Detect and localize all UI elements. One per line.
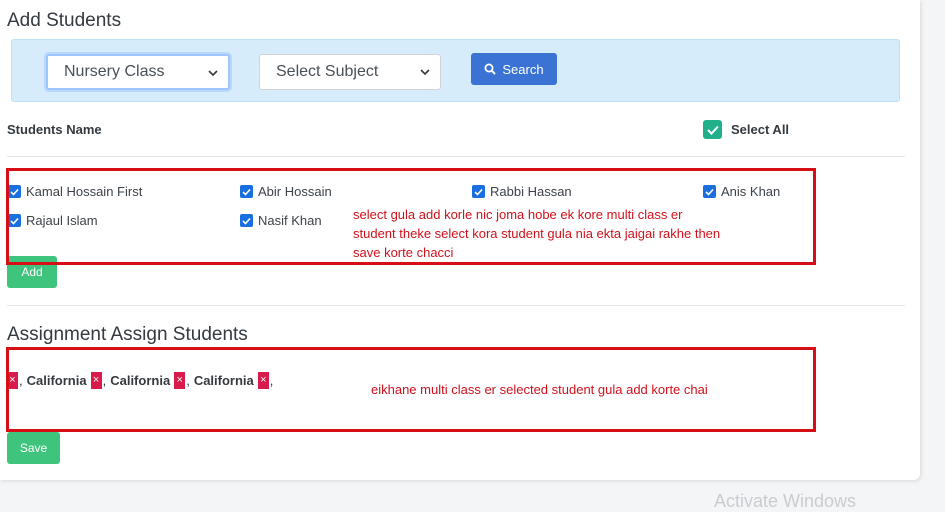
search-icon [484, 63, 497, 75]
search-button-label: Search [502, 61, 544, 77]
class-select[interactable]: Nursery Class [46, 54, 230, 90]
divider [7, 305, 905, 306]
subject-select-value: Select Subject [276, 63, 379, 80]
subject-select[interactable]: Select Subject [259, 54, 441, 90]
os-watermark: Activate Windows [714, 491, 857, 511]
main-card: Add Students Nursery Class Select Subjec… [0, 0, 920, 480]
students-name-heading: Students Name [7, 122, 102, 137]
students-header: Students Name Select All [7, 120, 905, 142]
chevron-down-icon [420, 69, 430, 76]
select-all-label: Select All [731, 122, 790, 137]
select-all-toggle[interactable]: Select All [703, 120, 789, 139]
save-button[interactable]: Save [7, 432, 60, 464]
chevron-down-icon [208, 70, 218, 77]
annotation-highlight-box [6, 347, 816, 432]
divider [7, 156, 905, 157]
page-title: Add Students [7, 10, 122, 31]
class-select-value: Nursery Class [64, 63, 165, 80]
select-all-checkbox[interactable] [703, 120, 722, 139]
check-icon [706, 125, 719, 135]
search-button[interactable]: Search [471, 53, 557, 85]
assign-section-title: Assignment Assign Students [7, 324, 248, 345]
annotation-highlight-box [6, 168, 816, 265]
filter-bar: Nursery Class Select Subject Search [11, 39, 900, 102]
